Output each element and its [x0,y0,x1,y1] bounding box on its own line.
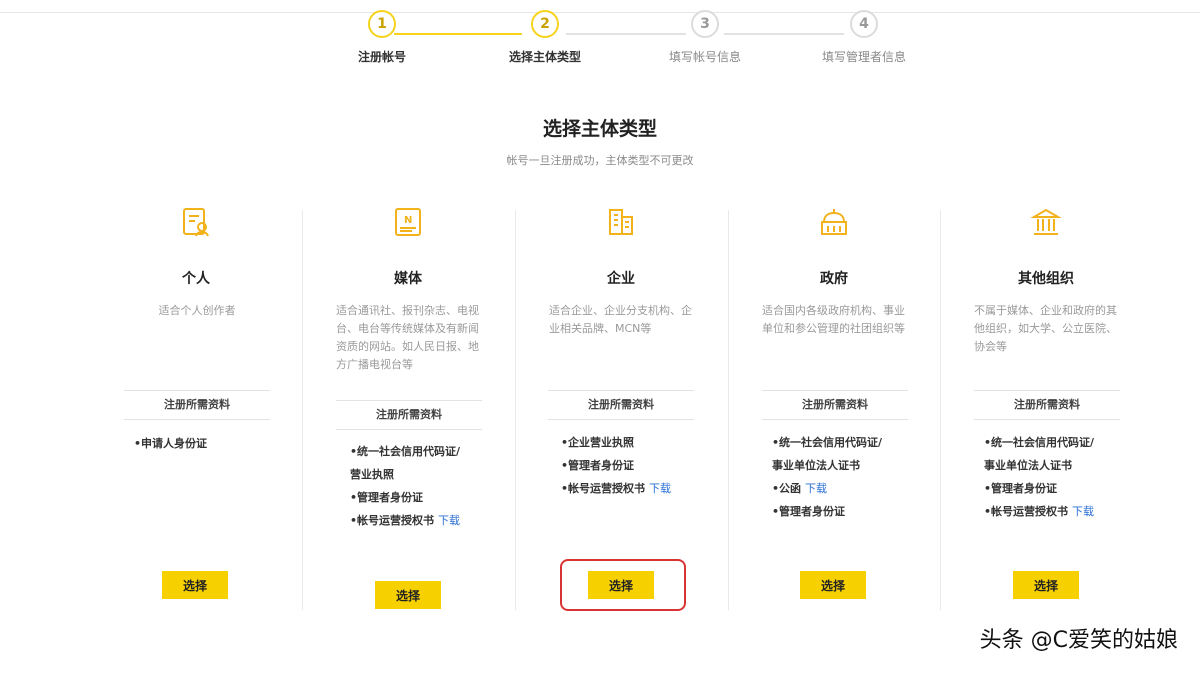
step-1: 1 注册帐号 [322,10,442,65]
entity-card-personal: 个人 适合个人创作者 注册所需资料 •申请人身份证 选择 [90,200,302,610]
card-title: 其他组织 [1018,271,1074,287]
list-item: •统一社会信用代码证/ [984,436,1095,449]
list-item: •管理者身份证 [772,505,846,518]
step-4: 4 填写管理者信息 [804,10,924,65]
list-item: •帐号运营授权书 下载 [350,514,461,527]
list-item: •管理者身份证 [984,482,1058,495]
step-label: 选择主体类型 [508,50,581,64]
registration-stepper: 1 注册帐号 2 选择主体类型 3 填写帐号信息 4 填写管理者信息 [0,10,1200,80]
select-personal-button[interactable]: 选择 [162,571,228,599]
required-docs-header: 注册所需资料 [548,390,694,420]
download-link[interactable]: 下载 [805,482,827,495]
list-item: •公函 下载 [772,482,828,495]
entity-card-other-organization: 其他组织 不属于媒体、企业和政府的其他组织，如大学、公立医院、协会等 注册所需资… [940,200,1152,610]
required-docs-list: •统一社会信用代码证/ 事业单位法人证书 •公函 下载 •管理者身份证 [772,431,962,523]
download-link[interactable]: 下载 [438,514,460,527]
step-number: 3 [691,10,719,38]
id-card-person-icon [90,206,302,238]
required-docs-header: 注册所需资料 [762,390,908,420]
list-item: •申请人身份证 [134,437,208,450]
step-number: 2 [531,10,559,38]
download-link[interactable]: 下载 [649,482,671,495]
select-media-button[interactable]: 选择 [375,581,441,609]
required-docs-list: •申请人身份证 [134,432,324,455]
step-label: 填写帐号信息 [668,50,741,64]
list-item: •管理者身份证 [350,491,424,504]
card-title: 个人 [182,271,210,287]
card-description: 适合通讯社、报刊杂志、电视台、电台等传统媒体及有新闻资质的网站。如人民日报、地方… [336,304,479,371]
page-subtitle: 帐号一旦注册成功，主体类型不可更改 [506,154,694,167]
select-other-organization-button[interactable]: 选择 [1013,571,1079,599]
step-number: 1 [368,10,396,38]
card-title: 企业 [607,271,635,287]
entity-card-enterprise: 企业 适合企业、企业分支机构、企业相关品牌、MCN等 注册所需资料 •企业营业执… [515,200,727,610]
required-docs-list: •统一社会信用代码证/ 事业单位法人证书 •管理者身份证 •帐号运营授权书 下载 [984,431,1174,523]
annotation-highlight-box [560,559,686,611]
entity-card-media: N 媒体 适合通讯社、报刊杂志、电视台、电台等传统媒体及有新闻资质的网站。如人民… [302,200,514,610]
card-description: 适合国内各级政府机构、事业单位和参公管理的社团组织等 [762,304,905,335]
select-government-button[interactable]: 选择 [800,571,866,599]
step-label: 注册帐号 [357,50,406,64]
institution-columns-icon [940,206,1152,238]
required-docs-header: 注册所需资料 [974,390,1120,420]
list-item: 事业单位法人证书 [772,459,860,472]
list-item: •统一社会信用代码证/ [772,436,883,449]
entity-card-government: 政府 适合国内各级政府机构、事业单位和参公管理的社团组织等 注册所需资料 •统一… [728,200,940,610]
required-docs-header: 注册所需资料 [336,400,482,430]
list-item: •帐号运营授权书 下载 [984,505,1095,518]
government-building-icon [728,206,940,238]
required-docs-list: •企业营业执照 •管理者身份证 •帐号运营授权书 下载 [561,431,751,500]
card-description: 不属于媒体、企业和政府的其他组织，如大学、公立医院、协会等 [974,304,1117,353]
list-item: •企业营业执照 [561,436,635,449]
card-title: 政府 [820,271,848,287]
building-icon [515,206,727,238]
step-2: 2 选择主体类型 [485,10,605,65]
list-item: 营业执照 [350,468,394,481]
download-link[interactable]: 下载 [1072,505,1094,518]
list-item: •帐号运营授权书 下载 [561,482,672,495]
card-title: 媒体 [394,271,422,287]
required-docs-list: •统一社会信用代码证/ 营业执照 •管理者身份证 •帐号运营授权书 下载 [350,440,540,532]
step-label: 填写管理者信息 [821,50,906,64]
watermark: 头条 @C爱笑的姑娘 [979,628,1178,653]
list-item: •管理者身份证 [561,459,635,472]
step-number: 4 [850,10,878,38]
list-item: 事业单位法人证书 [984,459,1072,472]
card-description: 适合个人创作者 [158,304,236,317]
card-description: 适合企业、企业分支机构、企业相关品牌、MCN等 [549,304,692,335]
list-item: •统一社会信用代码证/ [350,445,461,458]
svg-text:N: N [404,215,412,226]
newspaper-icon: N [302,206,514,238]
required-docs-header: 注册所需资料 [124,390,270,420]
page-title: 选择主体类型 [542,118,657,140]
step-3: 3 填写帐号信息 [645,10,765,65]
